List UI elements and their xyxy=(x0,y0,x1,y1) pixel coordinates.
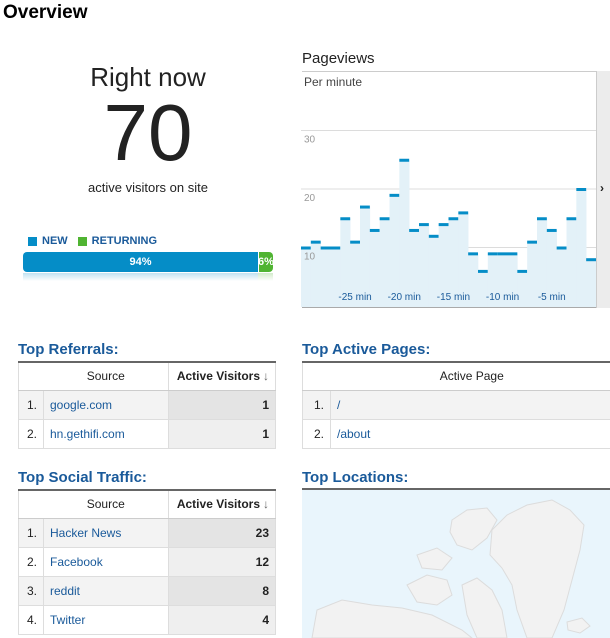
table-row: 1. google.com 1 xyxy=(18,389,276,420)
active-visitor-count: 70 xyxy=(103,88,193,177)
index-header xyxy=(18,490,44,519)
visitor-count: 1 xyxy=(168,389,276,420)
top-social-traffic-title: Top Social Traffic: xyxy=(18,469,147,486)
sort-descending-icon: ↓ xyxy=(263,369,269,384)
source-link[interactable]: Hacker News xyxy=(43,517,169,548)
active-page-header[interactable]: Active Page xyxy=(330,362,610,391)
legend-new-label: NEW xyxy=(42,235,68,247)
source-link[interactable]: Twitter xyxy=(43,604,169,635)
table-row: 3. reddit 8 xyxy=(18,575,276,606)
row-index: 1. xyxy=(302,389,331,420)
index-header xyxy=(18,362,44,391)
map-graphic xyxy=(311,499,591,638)
visitor-count: 4 xyxy=(168,604,276,635)
legend-returning: RETURNING xyxy=(77,235,158,247)
legend-new: NEW xyxy=(28,235,68,247)
map-land-baffin xyxy=(461,577,508,638)
table-row: 2. Facebook 12 xyxy=(18,546,276,577)
top-locations-title: Top Locations: xyxy=(302,469,409,486)
top-referrals-table: Source Active Visitors ↓ 1. google.com 1 … xyxy=(18,361,276,449)
pageviews-title: Pageviews xyxy=(302,50,375,67)
active-visitors-header-label: Active Visitors xyxy=(176,497,260,512)
page-link[interactable]: / xyxy=(330,389,610,420)
table-row: 2. /about xyxy=(302,418,610,449)
locations-map[interactable] xyxy=(302,490,610,638)
active-visitors-header[interactable]: Active Visitors ↓ xyxy=(168,362,276,391)
page-link[interactable]: /about xyxy=(330,418,610,449)
table-header-row: Source Active Visitors ↓ xyxy=(18,490,276,519)
visitor-count: 1 xyxy=(168,418,276,449)
row-index: 1. xyxy=(18,517,44,548)
row-index: 2. xyxy=(302,418,331,449)
source-link[interactable]: hn.gethifi.com xyxy=(43,418,169,449)
source-link[interactable]: google.com xyxy=(43,389,169,420)
returning-percent-label: 6% xyxy=(258,256,273,268)
row-index: 2. xyxy=(18,418,44,449)
top-active-pages-title: Top Active Pages: xyxy=(302,341,431,358)
table-header-row: Source Active Visitors ↓ xyxy=(18,362,276,391)
row-index: 1. xyxy=(18,389,44,420)
top-active-pages-table: Active Page 1. / 2. /about xyxy=(302,361,610,449)
source-header[interactable]: Source xyxy=(43,490,169,519)
chevron-right-icon[interactable]: › xyxy=(600,181,604,195)
map-land-iceland xyxy=(566,617,591,634)
table-row: 4. Twitter 4 xyxy=(18,604,276,635)
table-row: 2. hn.gethifi.com 1 xyxy=(18,418,276,449)
row-index: 2. xyxy=(18,546,44,577)
new-returning-bar: 94% 6% xyxy=(23,252,273,272)
top-social-traffic-table: Source Active Visitors ↓ 1. Hacker News 2… xyxy=(18,489,276,635)
pageviews-chart-frame xyxy=(302,71,610,308)
row-index: 4. xyxy=(18,604,44,635)
right-now-panel: Right now 70 active visitors on site xyxy=(0,62,296,195)
visitor-count: 8 xyxy=(168,575,276,606)
returning-visitors-segment: 6% xyxy=(258,252,273,272)
visitor-count: 23 xyxy=(168,517,276,548)
legend-returning-label: RETURNING xyxy=(91,235,158,247)
legend-new-swatch xyxy=(28,236,37,246)
source-link[interactable]: Facebook xyxy=(43,546,169,577)
visitor-count: 12 xyxy=(168,546,276,577)
visitor-type-legend: NEW RETURNING xyxy=(28,235,167,247)
map-land-mainland xyxy=(311,599,473,638)
reflection-fade xyxy=(23,273,273,281)
active-visitors-header[interactable]: Active Visitors ↓ xyxy=(168,490,276,519)
map-land-ellesmere xyxy=(449,507,498,551)
legend-returning-swatch xyxy=(77,236,87,246)
map-land-islands-2 xyxy=(416,547,453,571)
table-row: 1. / xyxy=(302,389,610,420)
new-percent-label: 94% xyxy=(129,256,152,268)
row-index: 3. xyxy=(18,575,44,606)
pageviews-subtitle: Per minute xyxy=(304,75,363,89)
top-referrals-title: Top Referrals: xyxy=(18,341,119,358)
table-header-row: Active Page xyxy=(302,362,610,391)
map-land-greenland xyxy=(489,499,585,638)
page-title: Overview xyxy=(3,2,88,23)
active-visitors-header-label: Active Visitors xyxy=(176,369,260,384)
map-land-islands xyxy=(406,574,453,606)
index-header xyxy=(302,362,331,391)
new-visitors-segment: 94% xyxy=(23,252,258,272)
table-row: 1. Hacker News 23 xyxy=(18,517,276,548)
active-visitors-subtitle: active visitors on site xyxy=(88,180,208,195)
source-link[interactable]: reddit xyxy=(43,575,169,606)
sort-descending-icon: ↓ xyxy=(263,497,269,512)
source-header[interactable]: Source xyxy=(43,362,169,391)
